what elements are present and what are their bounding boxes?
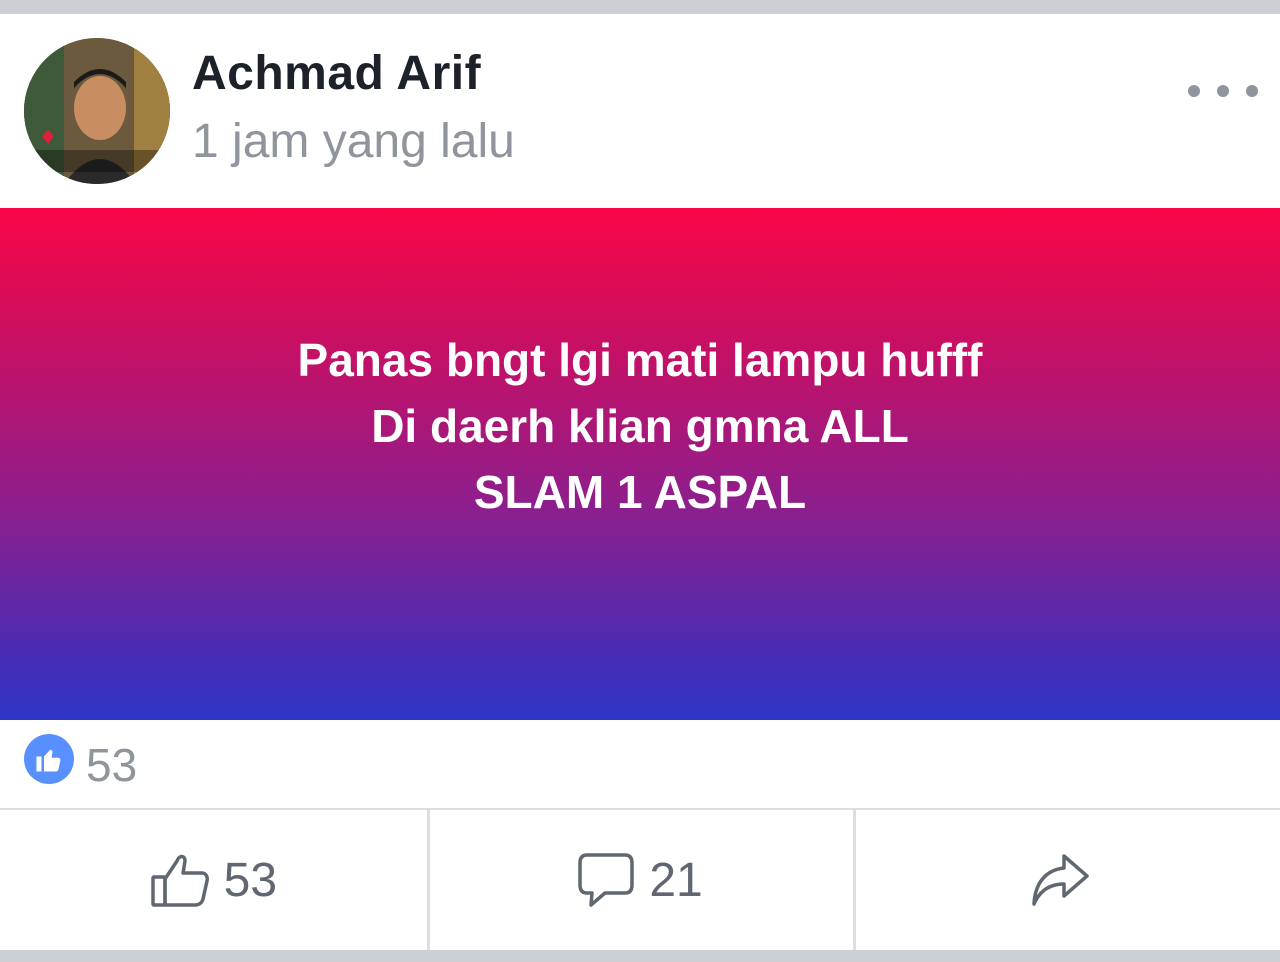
thumbs-up-icon xyxy=(150,854,209,907)
reaction-count: 53 xyxy=(86,739,138,791)
like-button[interactable]: 53 xyxy=(0,810,427,950)
comment-count: 21 xyxy=(649,853,703,907)
more-options-icon[interactable] xyxy=(1188,74,1258,108)
like-count: 53 xyxy=(223,853,278,907)
post-card: Achmad Arif 1 jam yang lalu Panas bngt l… xyxy=(0,14,1280,950)
comment-bubble-icon xyxy=(578,853,635,907)
action-bar: 53 21 xyxy=(0,810,1280,950)
more-dot xyxy=(1188,85,1200,97)
post-timestamp[interactable]: 1 jam yang lalu xyxy=(192,114,515,169)
post-text-line: SLAM 1 ASPAL xyxy=(473,466,807,518)
share-button[interactable] xyxy=(853,810,1280,950)
share-arrow-icon xyxy=(1031,854,1089,906)
post-text: Panas bngt lgi mati lampu hufff Di daerh… xyxy=(298,327,983,525)
avatar[interactable] xyxy=(24,38,170,184)
more-dot xyxy=(1246,85,1258,97)
post-header: Achmad Arif 1 jam yang lalu xyxy=(0,14,1280,208)
thumbs-up-badge-icon xyxy=(24,734,74,784)
author-name[interactable]: Achmad Arif xyxy=(192,46,481,101)
reactions-summary[interactable]: 53 xyxy=(0,720,1280,808)
comment-button[interactable]: 21 xyxy=(426,810,854,950)
post-content-background: Panas bngt lgi mati lampu hufff Di daerh… xyxy=(0,208,1280,720)
post-text-line: Panas bngt lgi mati lampu hufff xyxy=(297,334,983,386)
feed-separator xyxy=(0,950,1280,962)
more-dot xyxy=(1217,85,1229,97)
post-text-line: Di daerh klian gmna ALL xyxy=(371,400,909,452)
